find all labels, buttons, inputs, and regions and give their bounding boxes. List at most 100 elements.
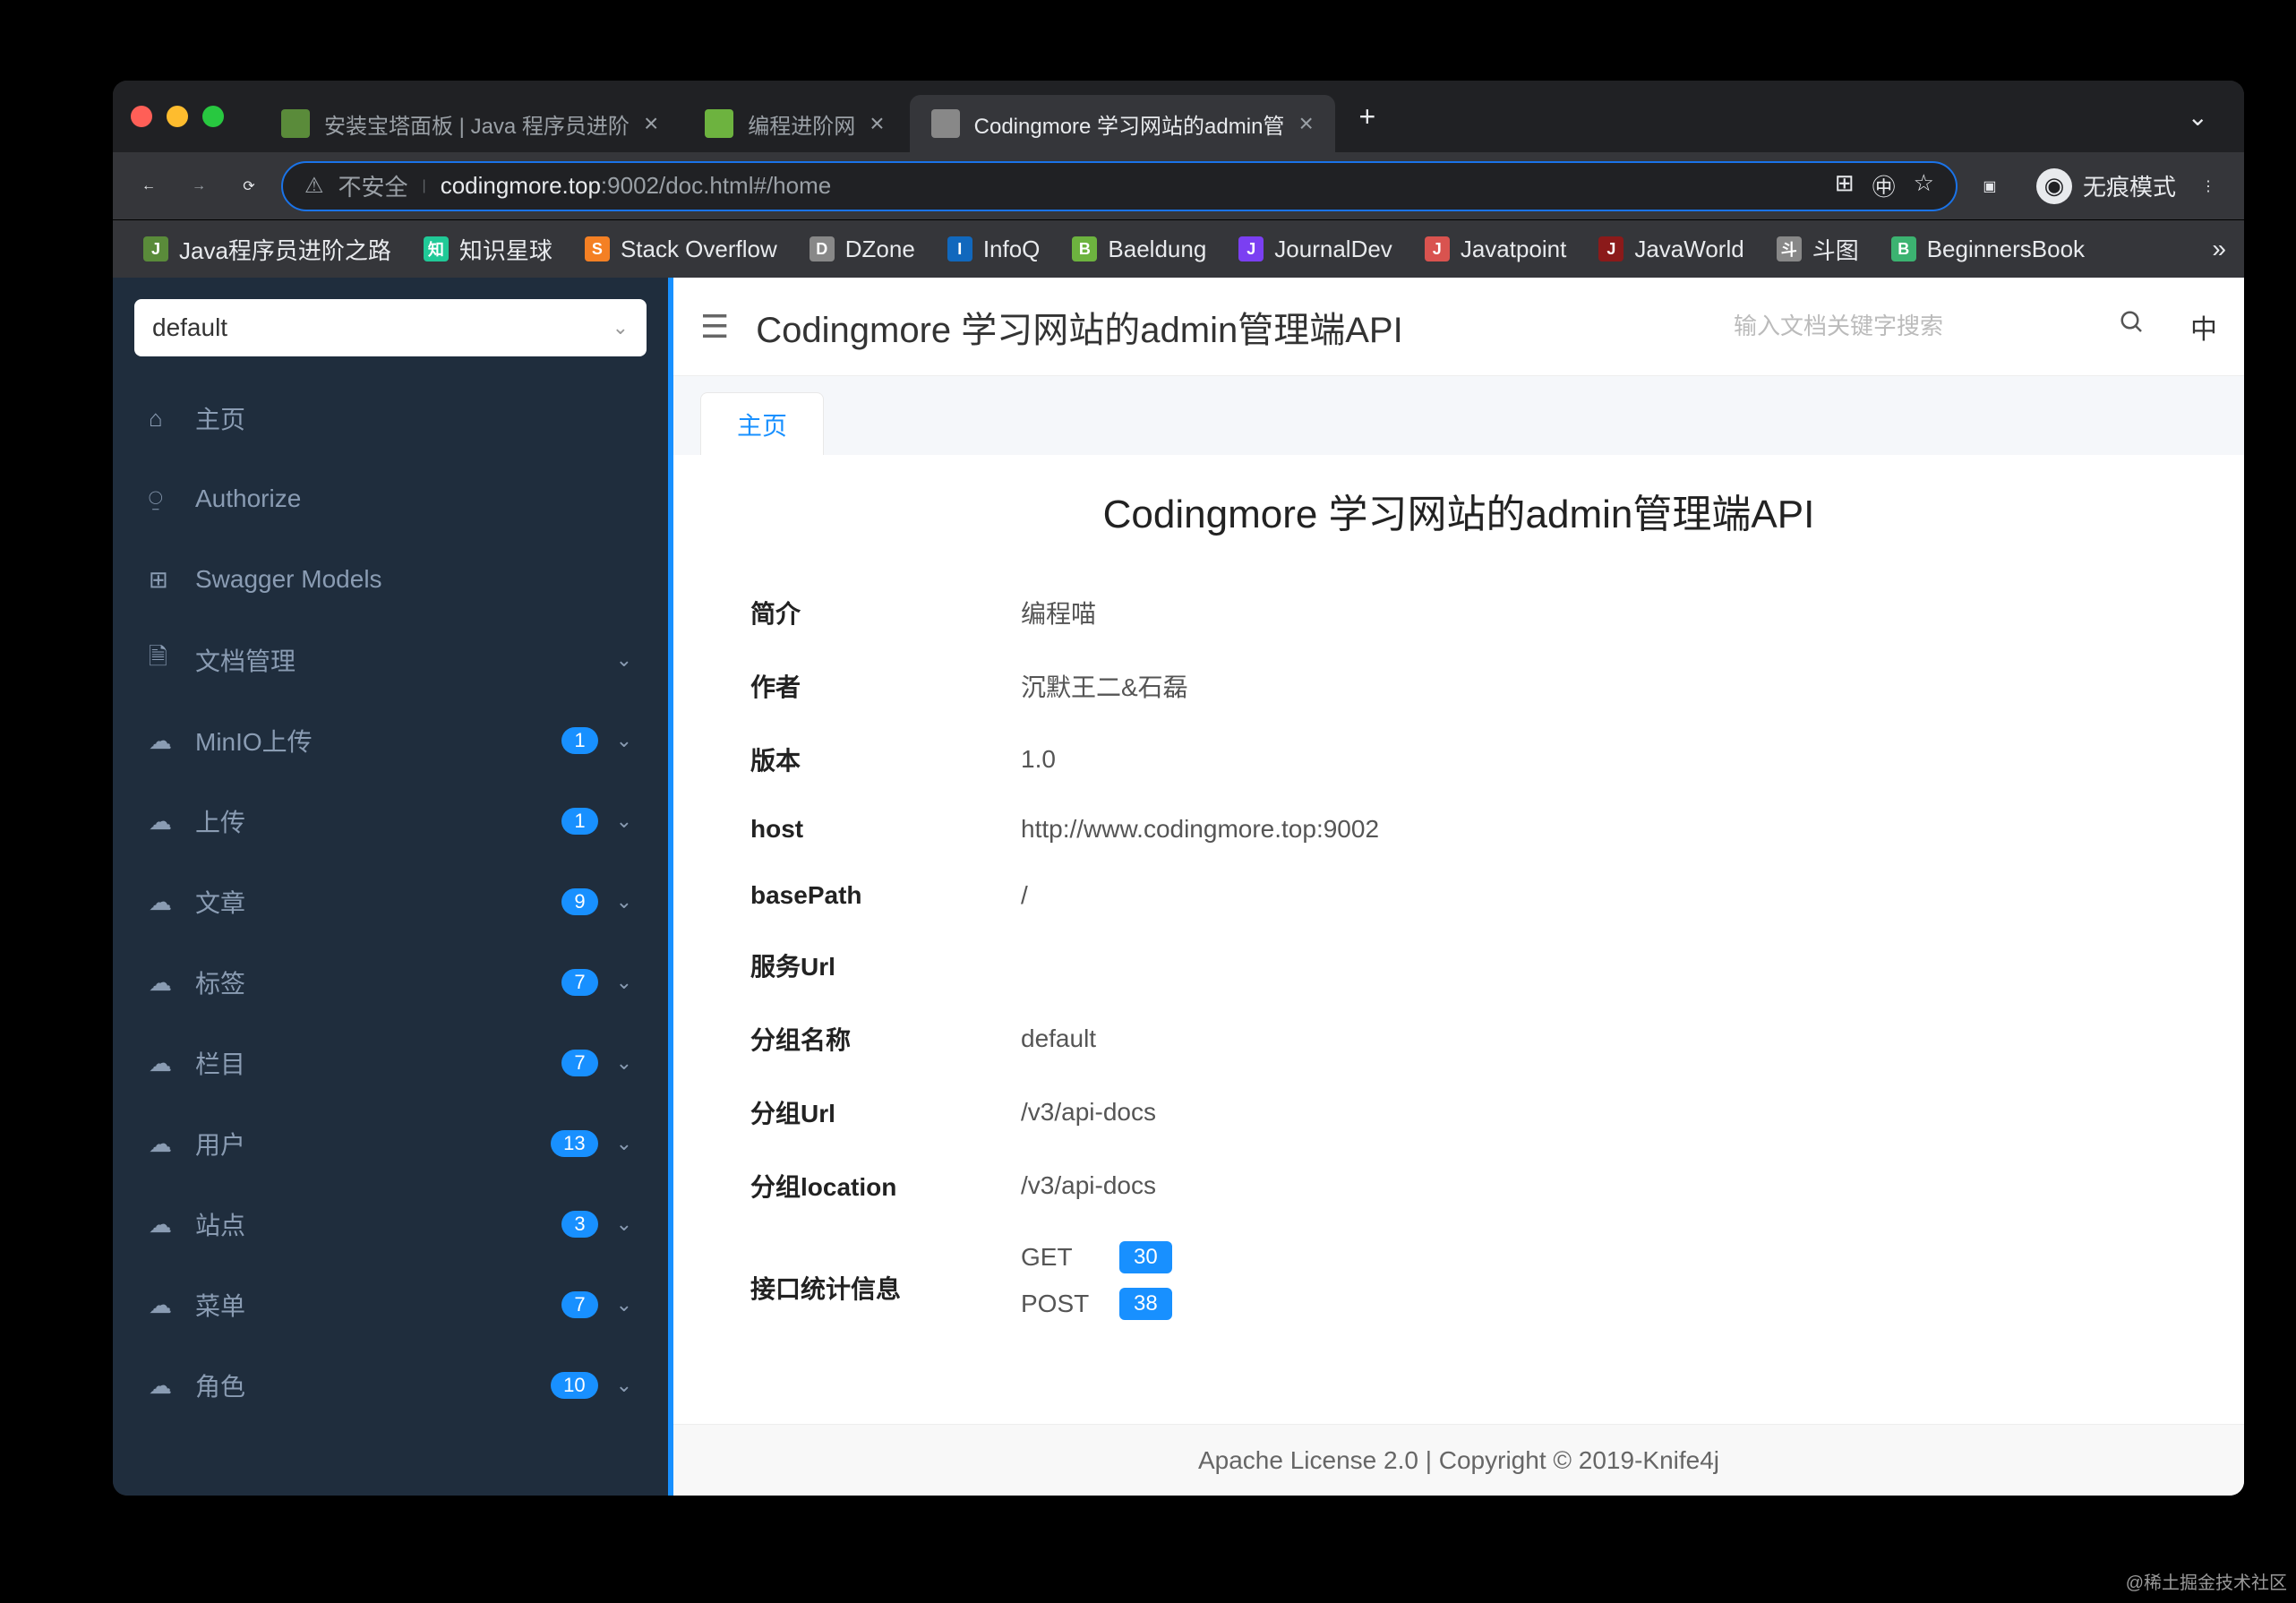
- chevron-down-icon: ⌄: [613, 316, 629, 339]
- main-header: ☰ Codingmore 学习网站的admin管理端API 中: [673, 278, 2244, 376]
- sidebar-item-11[interactable]: ☁菜单7⌄: [113, 1264, 668, 1345]
- incognito-icon: ◉: [2036, 168, 2072, 204]
- bookmarks-overflow[interactable]: »: [2212, 235, 2226, 263]
- incognito-indicator: ◉ 无痕模式: [2036, 168, 2176, 204]
- window-controls: [131, 106, 224, 127]
- bookmark-7[interactable]: JJavatpoint: [1412, 228, 1580, 270]
- nav-icon: ☁: [149, 1372, 177, 1400]
- close-window[interactable]: [131, 106, 152, 127]
- bookmark-star-icon[interactable]: ☆: [1914, 169, 1934, 202]
- sidebar-item-5[interactable]: ☁上传1⌄: [113, 781, 668, 862]
- sidebar: default ⌄ ⌂主页⍜Authorize⊞Swagger Models🗎文…: [113, 278, 668, 1496]
- info-row: 作者沉默王二&石磊: [729, 650, 2189, 722]
- bookmark-2[interactable]: S Stack Overflow: [572, 228, 790, 270]
- sidebar-item-4[interactable]: ☁MinIO上传1⌄: [113, 700, 668, 781]
- tab-title: 编程进阶网: [748, 108, 855, 140]
- sidebar-item-1[interactable]: ⍜Authorize: [113, 459, 668, 539]
- bookmark-icon: I: [947, 236, 972, 261]
- sidebar-item-12[interactable]: ☁角色10⌄: [113, 1345, 668, 1426]
- bookmark-icon: B: [1072, 236, 1097, 261]
- bookmark-icon: B: [1891, 236, 1916, 261]
- bookmark-5[interactable]: BBaeldung: [1059, 228, 1219, 270]
- bookmark-10[interactable]: BBeginnersBook: [1879, 228, 2097, 270]
- close-tab-icon[interactable]: ×: [870, 109, 884, 138]
- info-value: [999, 930, 2189, 1001]
- count-badge: 7: [561, 969, 597, 996]
- bookmark-label: Stack Overflow: [621, 236, 777, 263]
- language-toggle[interactable]: 中: [2190, 307, 2217, 347]
- tabs-dropdown[interactable]: ⌄: [2188, 102, 2208, 132]
- reload-button[interactable]: ⟳: [231, 168, 267, 204]
- info-row: 服务Url: [729, 930, 2189, 1001]
- nav-label: MinIO上传: [195, 723, 544, 759]
- bookmark-label: JournalDev: [1274, 236, 1392, 263]
- info-row: basePath/: [729, 863, 2189, 928]
- bookmarks-bar: JJava程序员进阶之路知知识星球SStack OverflowDDZoneII…: [113, 220, 2244, 278]
- sidebar-item-8[interactable]: ☁栏目7⌄: [113, 1023, 668, 1103]
- favicon-icon: [281, 109, 310, 138]
- browser-tab-2[interactable]: Codingmore 学习网站的admin管×: [910, 95, 1335, 152]
- bookmark-label: Java程序员进阶之路: [179, 233, 391, 266]
- bookmark-icon: S: [585, 236, 610, 261]
- back-button[interactable]: ←: [131, 168, 167, 204]
- sidebar-item-7[interactable]: ☁标签7⌄: [113, 942, 668, 1023]
- info-key: 分组名称: [729, 1003, 998, 1075]
- sidebar-item-9[interactable]: ☁用户13⌄: [113, 1103, 668, 1184]
- menu-button[interactable]: ⋮: [2190, 168, 2226, 204]
- nav-label: 上传: [195, 803, 544, 839]
- info-row: 分组location/v3/api-docs: [729, 1150, 2189, 1222]
- translate2-icon[interactable]: ㊥: [1872, 169, 1896, 202]
- sidebar-item-10[interactable]: ☁站点3⌄: [113, 1184, 668, 1264]
- nav-icon: ⊞: [149, 566, 177, 594]
- new-tab-button[interactable]: +: [1349, 99, 1385, 134]
- browser-tab-0[interactable]: 安装宝塔面板 | Java 程序员进阶×: [260, 95, 680, 152]
- forward-button[interactable]: →: [181, 168, 217, 204]
- sidebar-item-3[interactable]: 🗎文档管理⌄: [113, 620, 668, 700]
- translate-icon[interactable]: ⊞: [1835, 169, 1855, 202]
- address-bar[interactable]: ⚠ 不安全 | codingmore.top:9002/doc.html#/ho…: [281, 161, 1958, 211]
- nav-label: 菜单: [195, 1287, 544, 1323]
- bookmark-0[interactable]: JJava程序员进阶之路: [131, 226, 404, 273]
- chevron-down-icon: ⌄: [616, 971, 632, 994]
- bookmark-3[interactable]: DDZone: [797, 228, 928, 270]
- url-text: codingmore.top:9002/doc.html#/home: [441, 172, 832, 200]
- tab-home[interactable]: 主页: [700, 392, 824, 455]
- bookmark-icon: J: [1238, 236, 1264, 261]
- info-key: 接口统计信息: [729, 1223, 998, 1352]
- sidebar-item-6[interactable]: ☁文章9⌄: [113, 862, 668, 942]
- info-value: /v3/api-docs: [999, 1150, 2189, 1222]
- nav-icon: ☁: [149, 808, 177, 836]
- chevron-down-icon: ⌄: [616, 729, 632, 752]
- sidebar-item-0[interactable]: ⌂主页: [113, 378, 668, 459]
- chevron-down-icon: ⌄: [616, 1213, 632, 1236]
- group-select[interactable]: default ⌄: [134, 299, 647, 356]
- nav-label: 角色: [195, 1367, 533, 1403]
- insecure-label: 不安全: [338, 169, 408, 202]
- close-tab-icon[interactable]: ×: [644, 109, 658, 138]
- minimize-window[interactable]: [167, 106, 188, 127]
- sidebar-item-2[interactable]: ⊞Swagger Models: [113, 539, 668, 620]
- nav-icon: ☁: [149, 1130, 177, 1158]
- bookmark-1[interactable]: 知知识星球: [411, 226, 565, 273]
- doc-body: Codingmore 学习网站的admin管理端API 简介编程喵作者沉默王二&…: [673, 455, 2244, 1496]
- doc-search-input[interactable]: [1734, 302, 2074, 352]
- browser-tab-1[interactable]: 编程进阶网 ×: [683, 95, 905, 152]
- nav-label: 用户: [195, 1126, 533, 1162]
- bookmark-9[interactable]: 斗斗图: [1764, 226, 1872, 273]
- toolbar: ← → ⟳ ⚠ 不安全 | codingmore.top:9002/doc.ht…: [113, 152, 2244, 220]
- bookmark-8[interactable]: JJavaWorld: [1586, 228, 1756, 270]
- close-tab-icon[interactable]: ×: [1298, 109, 1313, 138]
- bookmark-label: Javatpoint: [1461, 236, 1567, 263]
- bookmark-icon: 斗: [1777, 236, 1802, 261]
- collapse-sidebar-icon[interactable]: ☰: [700, 308, 729, 346]
- nav-icon: ⍜: [149, 484, 177, 513]
- api-title: Codingmore 学习网站的admin管理端API: [756, 301, 1707, 353]
- extensions-icon[interactable]: ▣: [1972, 168, 2008, 204]
- maximize-window[interactable]: [202, 106, 224, 127]
- titlebar: 安装宝塔面板 | Java 程序员进阶×编程进阶网×Codingmore 学习网…: [113, 81, 2244, 152]
- bookmark-6[interactable]: J JournalDev: [1226, 228, 1405, 270]
- bookmark-4[interactable]: IInfoQ: [935, 228, 1053, 270]
- search-icon[interactable]: [2119, 309, 2146, 344]
- info-value: 编程喵: [999, 577, 2189, 648]
- chevron-down-icon: ⌄: [616, 1374, 632, 1397]
